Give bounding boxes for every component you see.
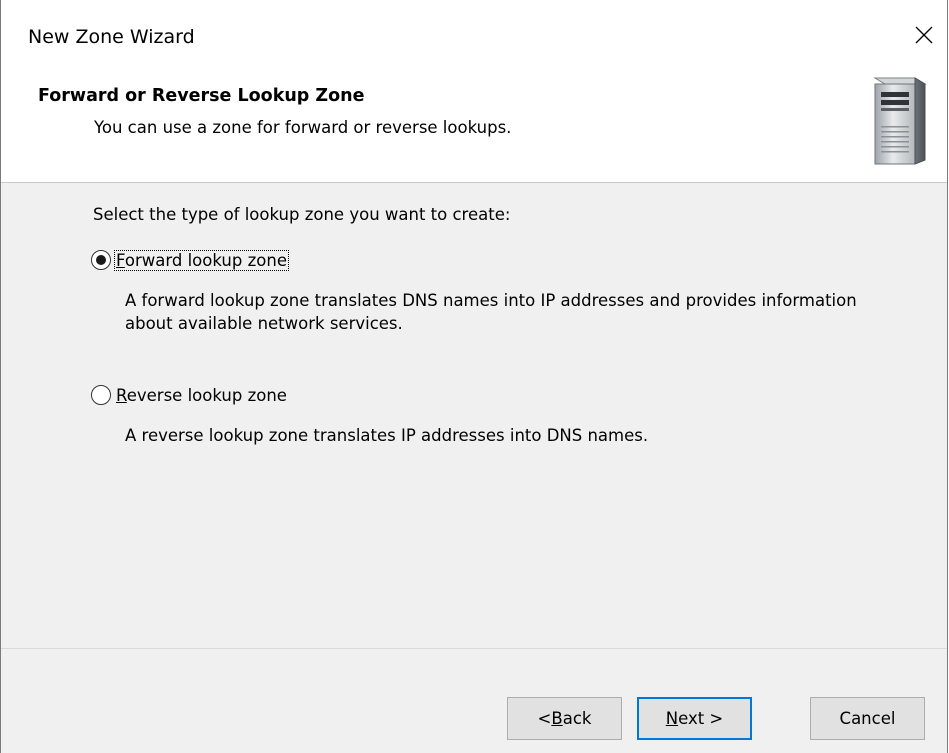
reverse-lookup-zone-label[interactable]: Reverse lookup zone xyxy=(115,386,288,405)
wizard-footer: < Back Next > Cancel xyxy=(1,649,947,753)
reverse-lookup-zone-radio[interactable] xyxy=(91,385,111,405)
wizard-header: Forward or Reverse Lookup Zone You can u… xyxy=(1,76,947,183)
close-button[interactable] xyxy=(901,12,947,58)
wizard-content: Select the type of lookup zone you want … xyxy=(1,183,947,648)
close-icon xyxy=(915,26,933,44)
server-icon xyxy=(873,77,927,165)
title-bar[interactable]: New Zone Wizard xyxy=(1,0,947,76)
zone-type-prompt: Select the type of lookup zone you want … xyxy=(93,205,511,224)
reverse-lookup-zone-description: A reverse lookup zone translates IP addr… xyxy=(125,426,649,445)
forward-lookup-zone-option[interactable]: Forward lookup zone xyxy=(91,249,289,271)
forward-lookup-zone-description: A forward lookup zone translates DNS nam… xyxy=(125,291,857,333)
cancel-button[interactable]: Cancel xyxy=(810,697,925,740)
forward-lookup-zone-label[interactable]: Forward lookup zone xyxy=(114,249,289,271)
window-title: New Zone Wizard xyxy=(28,26,195,48)
next-button[interactable]: Next > xyxy=(637,697,752,740)
reverse-lookup-zone-option[interactable]: Reverse lookup zone xyxy=(91,385,288,405)
radio-selected-indicator xyxy=(96,255,106,265)
page-subtitle: You can use a zone for forward or revers… xyxy=(94,118,512,137)
back-button[interactable]: < Back xyxy=(507,697,622,740)
new-zone-wizard-dialog: New Zone Wizard Forward or Reverse Looku… xyxy=(0,0,948,753)
forward-lookup-zone-radio[interactable] xyxy=(91,250,111,270)
page-title: Forward or Reverse Lookup Zone xyxy=(38,86,365,106)
